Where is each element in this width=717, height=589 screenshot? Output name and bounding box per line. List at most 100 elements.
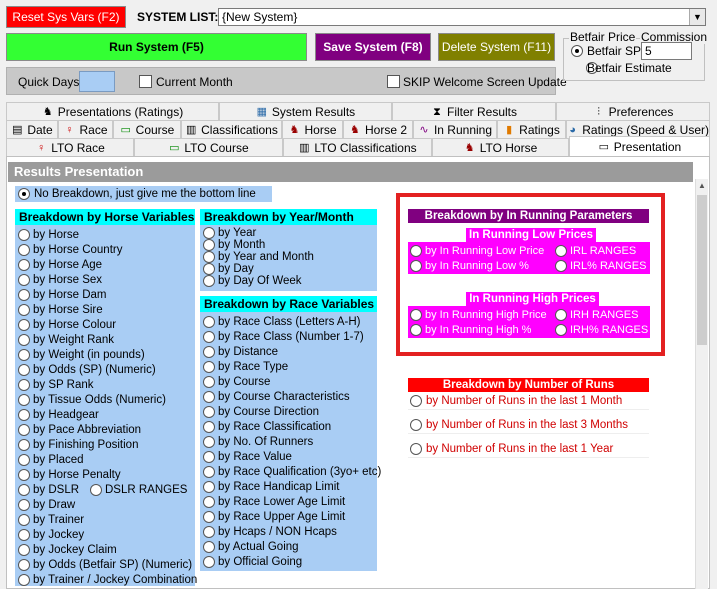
option-irl-pct-ranges[interactable]: IRL% RANGES bbox=[555, 259, 650, 272]
runs-option-1[interactable]: by Number of Runs in the last 1 Month bbox=[408, 393, 649, 410]
radio[interactable] bbox=[410, 244, 422, 257]
radio[interactable] bbox=[18, 468, 30, 481]
radio[interactable] bbox=[203, 390, 215, 403]
radio[interactable] bbox=[18, 348, 30, 361]
option-by-placed[interactable]: by Placed bbox=[15, 452, 195, 467]
chevron-down-icon[interactable]: ▼ bbox=[689, 9, 705, 25]
radio[interactable] bbox=[203, 375, 215, 388]
option-by-pace-abbreviation[interactable]: by Pace Abbreviation bbox=[15, 422, 195, 437]
radio[interactable] bbox=[203, 345, 215, 358]
commission-input[interactable]: 5 bbox=[641, 42, 692, 60]
tab-race[interactable]: ♀ Race bbox=[58, 120, 113, 138]
radio[interactable] bbox=[555, 323, 567, 336]
skip-welcome-checkbox[interactable] bbox=[387, 75, 400, 88]
radio[interactable] bbox=[18, 333, 30, 346]
tab-course[interactable]: ▭ Course bbox=[113, 120, 181, 138]
tab-date[interactable]: ▤ Date bbox=[6, 120, 58, 138]
scroll-up-icon[interactable]: ▲ bbox=[696, 179, 708, 193]
current-month-checkbox[interactable] bbox=[139, 75, 152, 88]
tab-lto-classifications[interactable]: ▥ LTO Classifications bbox=[283, 138, 432, 156]
radio[interactable] bbox=[203, 435, 215, 448]
radio[interactable] bbox=[203, 540, 215, 553]
radio[interactable] bbox=[18, 513, 30, 526]
radio[interactable] bbox=[203, 330, 215, 343]
radio[interactable] bbox=[203, 525, 215, 538]
delete-system-button[interactable]: Delete System (F11) bbox=[438, 33, 555, 61]
radio[interactable] bbox=[410, 395, 422, 407]
option-by-race-class-letters[interactable]: by Race Class (Letters A-H) bbox=[200, 314, 377, 329]
option-by-horse-sex[interactable]: by Horse Sex bbox=[15, 272, 195, 287]
radio[interactable] bbox=[203, 495, 215, 508]
option-by-in-running-high-price[interactable]: by In Running High Price bbox=[410, 308, 555, 321]
option-by-in-running-low-price[interactable]: by In Running Low Price bbox=[410, 244, 555, 257]
option-by-distance[interactable]: by Distance bbox=[200, 344, 377, 359]
option-by-finishing-position[interactable]: by Finishing Position bbox=[15, 437, 195, 452]
scroll-thumb[interactable] bbox=[697, 195, 707, 345]
option-by-in-running-high-pct[interactable]: by In Running High % bbox=[410, 323, 555, 336]
option-by-horse-country[interactable]: by Horse Country bbox=[15, 242, 195, 257]
tab-presentations-ratings[interactable]: ♞ Presentations (Ratings) bbox=[6, 102, 219, 120]
option-by-horse-penalty[interactable]: by Horse Penalty bbox=[15, 467, 195, 482]
option-by-hcaps[interactable]: by Hcaps / NON Hcaps bbox=[200, 524, 377, 539]
option-by-weight-pounds[interactable]: by Weight (in pounds) bbox=[15, 347, 195, 362]
radio[interactable] bbox=[18, 393, 30, 406]
radio[interactable] bbox=[18, 273, 30, 286]
radio[interactable] bbox=[18, 438, 30, 451]
option-by-in-running-low-pct[interactable]: by In Running Low % bbox=[410, 259, 555, 272]
option-by-horse-dam[interactable]: by Horse Dam bbox=[15, 287, 195, 302]
radio[interactable] bbox=[410, 323, 422, 336]
tab-classifications[interactable]: ▥ Classifications bbox=[181, 120, 282, 138]
tab-presentation[interactable]: ▭ Presentation bbox=[569, 136, 710, 157]
option-by-race-lower-age-limit[interactable]: by Race Lower Age Limit bbox=[200, 494, 377, 509]
option-by-trainer-jockey[interactable]: by Trainer / Jockey Combination bbox=[15, 572, 197, 587]
radio[interactable] bbox=[203, 239, 215, 251]
option-by-official-going[interactable]: by Official Going bbox=[200, 554, 377, 569]
option-irl-ranges[interactable]: IRL RANGES bbox=[555, 244, 650, 257]
radio[interactable] bbox=[18, 453, 30, 466]
option-by-race-handicap-limit[interactable]: by Race Handicap Limit bbox=[200, 479, 377, 494]
reset-sys-vars-button[interactable]: Reset Sys Vars (F2) bbox=[6, 6, 126, 28]
radio[interactable] bbox=[203, 420, 215, 433]
runs-option-2[interactable]: by Number of Runs in the last 3 Months bbox=[408, 417, 649, 434]
no-breakdown-option[interactable]: No Breakdown, just give me the bottom li… bbox=[15, 186, 272, 202]
tab-horse-2[interactable]: ♞ Horse 2 bbox=[343, 120, 413, 138]
option-by-race-upper-age-limit[interactable]: by Race Upper Age Limit bbox=[200, 509, 377, 524]
option-by-weight-rank[interactable]: by Weight Rank bbox=[15, 332, 195, 347]
option-by-month[interactable]: by Month bbox=[200, 239, 377, 251]
radio[interactable] bbox=[18, 288, 30, 301]
radio[interactable] bbox=[18, 573, 30, 586]
radio[interactable] bbox=[203, 450, 215, 463]
option-by-odds-betfair-sp[interactable]: by Odds (Betfair SP) (Numeric) bbox=[15, 557, 195, 572]
scrollbar[interactable]: ▲ bbox=[695, 179, 708, 589]
save-system-button[interactable]: Save System (F8) bbox=[315, 33, 431, 61]
quick-days-input[interactable] bbox=[79, 71, 115, 92]
option-by-race-classification[interactable]: by Race Classification bbox=[200, 419, 377, 434]
tab-in-running[interactable]: ∿ In Running bbox=[413, 120, 497, 138]
option-by-year[interactable]: by Year bbox=[200, 227, 377, 239]
no-breakdown-radio[interactable] bbox=[18, 188, 30, 200]
radio[interactable] bbox=[555, 259, 567, 272]
runs-option-3[interactable]: by Number of Runs in the last 1 Year bbox=[408, 441, 649, 458]
radio[interactable] bbox=[203, 275, 215, 287]
option-by-jockey[interactable]: by Jockey bbox=[15, 527, 195, 542]
radio[interactable] bbox=[410, 419, 422, 431]
option-by-odds-sp[interactable]: by Odds (SP) (Numeric) bbox=[15, 362, 195, 377]
radio[interactable] bbox=[203, 251, 215, 263]
option-by-race-value[interactable]: by Race Value bbox=[200, 449, 377, 464]
option-by-draw[interactable]: by Draw bbox=[15, 497, 195, 512]
option-by-sp-rank[interactable]: by SP Rank bbox=[15, 377, 195, 392]
radio[interactable] bbox=[555, 244, 567, 257]
run-system-button[interactable]: Run System (F5) bbox=[6, 33, 307, 61]
tab-preferences[interactable]: ⫶ Preferences bbox=[556, 102, 710, 120]
option-by-tissue-odds[interactable]: by Tissue Odds (Numeric) bbox=[15, 392, 195, 407]
radio[interactable] bbox=[18, 243, 30, 256]
option-by-headgear[interactable]: by Headgear bbox=[15, 407, 195, 422]
radio[interactable] bbox=[410, 259, 422, 272]
option-by-trainer[interactable]: by Trainer bbox=[15, 512, 195, 527]
option-by-course-direction[interactable]: by Course Direction bbox=[200, 404, 377, 419]
option-by-horse-sire[interactable]: by Horse Sire bbox=[15, 302, 195, 317]
radio[interactable] bbox=[203, 360, 215, 373]
system-list-dropdown[interactable]: {New System} ▼ bbox=[218, 8, 706, 26]
option-by-horse-age[interactable]: by Horse Age bbox=[15, 257, 195, 272]
tab-lto-course[interactable]: ▭ LTO Course bbox=[134, 138, 283, 156]
